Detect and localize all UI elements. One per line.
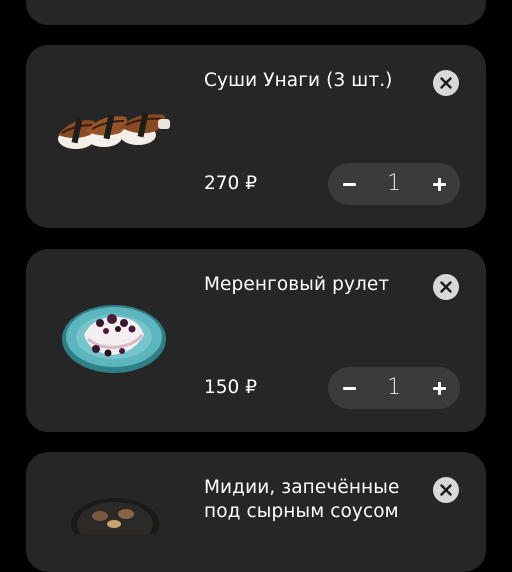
item-title: Меренговый рулет [204, 274, 390, 295]
quantity-value: 1 [387, 375, 401, 400]
remove-item-button[interactable] [433, 274, 459, 300]
quantity-stepper[interactable]: 1 [328, 367, 460, 409]
cart-item-card: Мидии, запечённые под сырным соусом [26, 452, 486, 572]
baked-mussels-image [71, 498, 159, 534]
close-icon [440, 77, 452, 89]
decrease-quantity-button[interactable] [328, 163, 370, 205]
item-title: Мидии, запечённые под сырным соусом [204, 477, 400, 522]
unagi-sushi-image [58, 112, 170, 149]
increase-quantity-button[interactable] [418, 163, 460, 205]
cart-item-card: Меренговый рулет 150 ₽ 1 [26, 249, 486, 432]
increase-quantity-button[interactable] [418, 367, 460, 409]
quantity-stepper[interactable]: 1 [328, 163, 460, 205]
remove-item-button[interactable] [433, 477, 459, 503]
decrease-quantity-button[interactable] [328, 367, 370, 409]
close-icon [440, 484, 452, 496]
item-title: Суши Унаги (3 шт.) [204, 70, 393, 91]
quantity-value: 1 [387, 171, 401, 196]
item-price: 150 ₽ [204, 377, 257, 398]
cart-item-card: Суши Унаги (3 шт.) 270 ₽ 1 [26, 45, 486, 228]
close-icon [440, 281, 452, 293]
meringue-roll-image [62, 305, 166, 373]
cart-item-card [26, 0, 486, 25]
item-price: 270 ₽ [204, 173, 257, 194]
remove-item-button[interactable] [433, 70, 459, 96]
